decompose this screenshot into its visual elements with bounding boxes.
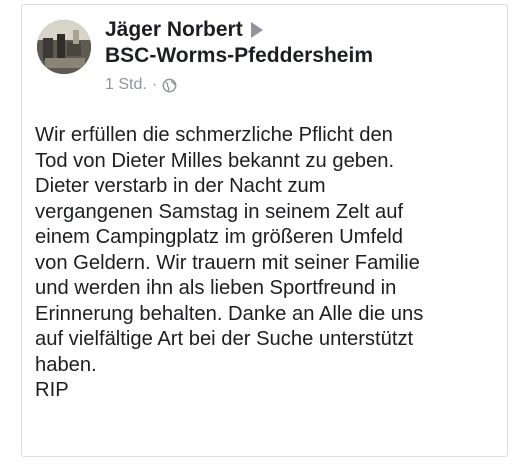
post-header: Jäger Norbert BSC-Worms-Pfeddersheim 1 S…	[105, 17, 497, 95]
post-text-line: Erinnerung behalten. Danke an Alle die u…	[35, 302, 424, 325]
group-name[interactable]: BSC-Worms-Pfeddersheim	[105, 43, 497, 69]
meta-separator: ·	[151, 76, 158, 93]
post-text-line: RIP	[35, 379, 69, 401]
post-text-line: auf vielfältige Art bei der Suche unters…	[35, 328, 414, 350]
post-text-line: und werden ihn als lieben Sportfreund in	[35, 277, 397, 299]
avatar-photo	[37, 20, 91, 74]
post-card: Jäger Norbert BSC-Worms-Pfeddersheim 1 S…	[21, 4, 508, 457]
post-text-line: Wir erfüllen die schmerzliche Pflicht de…	[35, 124, 393, 146]
author-line: Jäger Norbert	[105, 17, 497, 43]
post-text-line: Dieter verstarb in der Nacht zum	[35, 175, 326, 197]
post-text-line: einem Campingplatz im größeren Umfeld	[35, 226, 404, 248]
post-text-line: haben.	[35, 353, 97, 376]
post-text-line: Tod von Dieter Milles bekannt zu geben.	[35, 149, 395, 172]
post-text-line: von Geldern. Wir trauern mit seiner Fami…	[35, 251, 420, 274]
avatar[interactable]	[37, 20, 91, 74]
arrow-right-icon	[250, 22, 263, 38]
post-meta: 1 Std. ·	[105, 75, 497, 95]
timestamp[interactable]: 1 Std.	[105, 76, 147, 94]
post-text-line: vergangenen Samstag in seinem Zelt auf	[35, 200, 404, 223]
post-body: Wir erfüllen die schmerzliche Pflicht de…	[35, 123, 501, 404]
author-name[interactable]: Jäger Norbert	[105, 18, 243, 42]
globe-icon[interactable]	[162, 78, 177, 93]
